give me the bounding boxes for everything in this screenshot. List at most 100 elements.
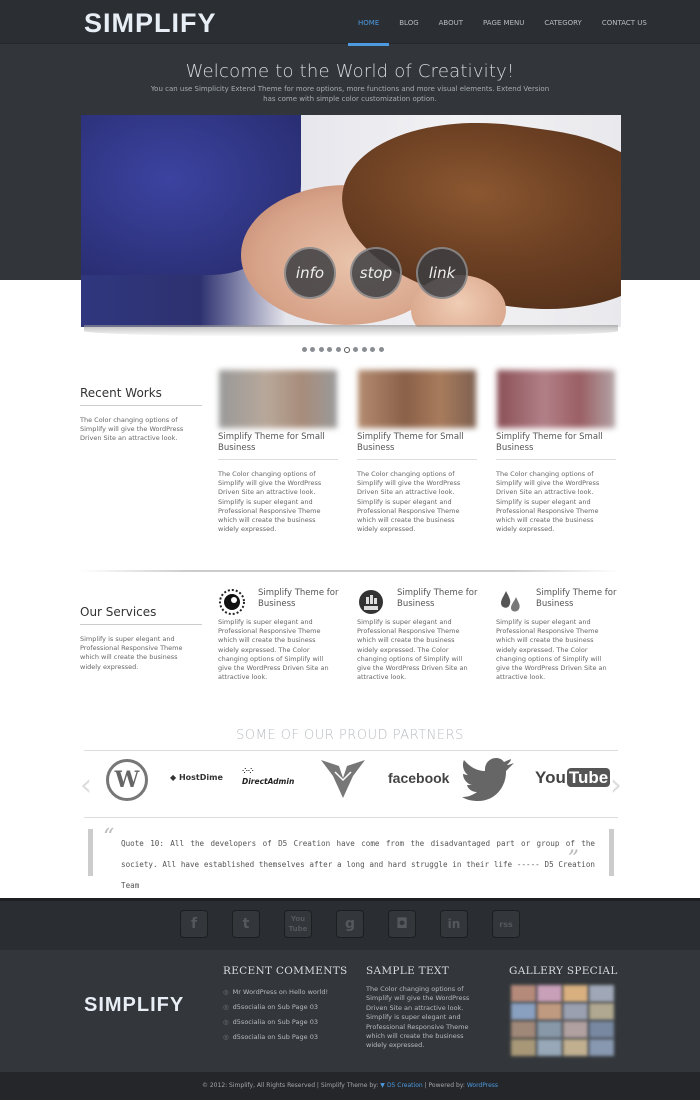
partners-prev-arrow[interactable]: ‹	[80, 768, 92, 804]
service-title-3[interactable]: Simplify Theme for Business	[536, 588, 631, 610]
d5-creation-logo[interactable]	[319, 758, 367, 804]
gallery-thumbnail[interactable]	[537, 985, 562, 1002]
service-text-2: Simplify is super elegant and Profession…	[357, 618, 468, 682]
slider-dot-1[interactable]	[302, 347, 307, 352]
comment-item-2[interactable]: d5socialia on Sub Page 03	[223, 1003, 318, 1011]
slider-dot-8[interactable]	[361, 347, 367, 352]
copyright-text: © 2012: Simplify, All Rights Reserved | …	[201, 1082, 379, 1089]
partners-title: SOME OF OUR PROUD PARTNERS	[236, 728, 464, 743]
slider-dot-10[interactable]	[378, 347, 384, 352]
google-icon[interactable]: g	[336, 910, 364, 938]
linkedin-icon[interactable]: in	[440, 910, 468, 938]
gallery-title: GALLERY SPECIAL	[509, 965, 618, 977]
gallery-thumbnail[interactable]	[537, 1021, 562, 1038]
comment-item-3[interactable]: d5socialia on Sub Page 03	[223, 1018, 318, 1026]
gallery-thumbnail[interactable]	[589, 1021, 614, 1038]
nav-contact-us[interactable]: CONTACT US	[592, 0, 657, 46]
d5-small-icon: ▼	[380, 1082, 387, 1089]
nav-blog[interactable]: BLOG	[389, 0, 428, 46]
nav-about[interactable]: ABOUT	[429, 0, 473, 46]
gallery-thumbnail[interactable]	[537, 1003, 562, 1020]
slider-dot-2[interactable]	[310, 347, 316, 352]
nav-category[interactable]: CATEGORY	[534, 0, 591, 46]
youtube-logo-you: You	[535, 768, 566, 787]
sample-text-body: The Color changing options of Simplify w…	[366, 985, 470, 1050]
work-text-2: The Color changing options of Simplify w…	[357, 470, 461, 534]
nav-home[interactable]: HOME	[348, 0, 390, 46]
facebook-logo[interactable]: facebook	[388, 770, 449, 786]
slider-dot-7[interactable]	[353, 347, 359, 352]
work-title-2[interactable]: Simplify Theme for Small Business	[357, 432, 477, 454]
gallery-thumbnail[interactable]	[511, 1003, 536, 1020]
gallery-thumbnail[interactable]	[563, 1021, 588, 1038]
services-title: Our Services	[80, 605, 157, 619]
section-divider	[80, 570, 620, 572]
dropbox-icon[interactable]: ◘	[388, 910, 416, 938]
slider-stop-button[interactable]: stop	[350, 247, 402, 299]
comment-item-1[interactable]: Mr WordPress on Hello world!	[223, 988, 328, 996]
welcome-heading: Welcome to the World of Creativity!	[185, 61, 515, 82]
hostdime-logo[interactable]: ◆ HostDime	[170, 773, 223, 782]
slider-info-button[interactable]: info	[284, 247, 336, 299]
slider-dot-6[interactable]	[343, 346, 350, 353]
wordpress-logo[interactable]: W	[106, 759, 148, 801]
gallery-thumbnail[interactable]	[589, 985, 614, 1002]
gallery-thumbnail[interactable]	[537, 1039, 562, 1056]
rss-icon[interactable]: rss	[492, 910, 520, 938]
gear-icon	[219, 589, 245, 615]
quote-box: “ Quote 10: All the developers of D5 Cre…	[88, 825, 614, 890]
slider-dot-9[interactable]	[370, 347, 376, 352]
facebook-icon[interactable]: f	[180, 910, 208, 938]
work-text-3: The Color changing options of Simplify w…	[496, 470, 600, 534]
gallery-thumbnail[interactable]	[563, 1003, 588, 1020]
wordpress-link[interactable]: WordPress	[467, 1082, 498, 1089]
slider-shadow	[84, 325, 618, 337]
slider-link-button[interactable]: link	[416, 247, 468, 299]
work-separator-3	[496, 459, 616, 460]
partners-next-arrow[interactable]: ›	[610, 768, 622, 804]
powered-text: | Powered by:	[424, 1082, 465, 1089]
work-separator-1	[218, 459, 338, 460]
work-title-1[interactable]: Simplify Theme for Small Business	[218, 432, 338, 454]
twitter-icon[interactable]: t	[232, 910, 260, 938]
main-nav: HOME BLOG ABOUT PAGE MENU CATEGORY CONTA…	[348, 0, 657, 46]
chart-icon	[358, 589, 384, 615]
image-slider[interactable]	[81, 115, 621, 327]
navbar: SIMPLIFY HOME BLOG ABOUT PAGE MENU CATEG…	[0, 0, 700, 46]
gallery-thumbnail[interactable]	[589, 1039, 614, 1056]
gallery-thumbnail[interactable]	[511, 985, 536, 1002]
d5-creation-link[interactable]: D5 Creation	[387, 1082, 423, 1089]
youtube-icon[interactable]: You Tube	[284, 910, 312, 938]
twitter-logo[interactable]	[462, 757, 516, 805]
gallery-thumbnail[interactable]	[563, 985, 588, 1002]
service-text-3: Simplify is super elegant and Profession…	[496, 618, 607, 682]
directadmin-logo[interactable]: ⁘⁘ DirectAdmin	[242, 767, 294, 786]
gallery-thumbnail[interactable]	[511, 1021, 536, 1038]
service-title-2[interactable]: Simplify Theme for Business	[397, 588, 492, 610]
comment-item-4[interactable]: d5socialia on Sub Page 03	[223, 1033, 318, 1041]
services-underline	[80, 624, 202, 625]
work-thumbnail-2[interactable]	[358, 370, 476, 428]
slider-dot-3[interactable]	[318, 347, 324, 352]
service-text-1: Simplify is super elegant and Profession…	[218, 618, 329, 682]
slider-dot-5[interactable]	[335, 347, 341, 352]
slider-dot-4[interactable]	[327, 347, 333, 352]
directadmin-label: DirectAdmin	[242, 777, 295, 786]
gallery-thumbnail[interactable]	[511, 1039, 536, 1056]
gallery-thumbnail[interactable]	[563, 1039, 588, 1056]
nav-page-menu[interactable]: PAGE MENU	[473, 0, 534, 46]
hostdime-label: HostDime	[178, 773, 223, 782]
work-thumbnail-1[interactable]	[219, 370, 337, 428]
work-title-3[interactable]: Simplify Theme for Small Business	[496, 432, 616, 454]
service-title-1[interactable]: Simplify Theme for Business	[258, 588, 353, 610]
work-thumbnail-3[interactable]	[497, 370, 615, 428]
page: SIMPLIFY HOME BLOG ABOUT PAGE MENU CATEG…	[0, 0, 700, 1100]
footer-logo[interactable]: SIMPLIFY	[84, 994, 184, 1017]
youtube-logo[interactable]: You Tube	[535, 768, 611, 788]
partners-top-line	[84, 750, 618, 751]
sample-text-title: SAMPLE TEXT	[366, 965, 450, 977]
site-logo[interactable]: SIMPLIFY	[84, 8, 217, 39]
directadmin-dots-icon: ⁘⁘	[242, 767, 254, 775]
drops-icon	[497, 589, 523, 615]
gallery-thumbnail[interactable]	[589, 1003, 614, 1020]
